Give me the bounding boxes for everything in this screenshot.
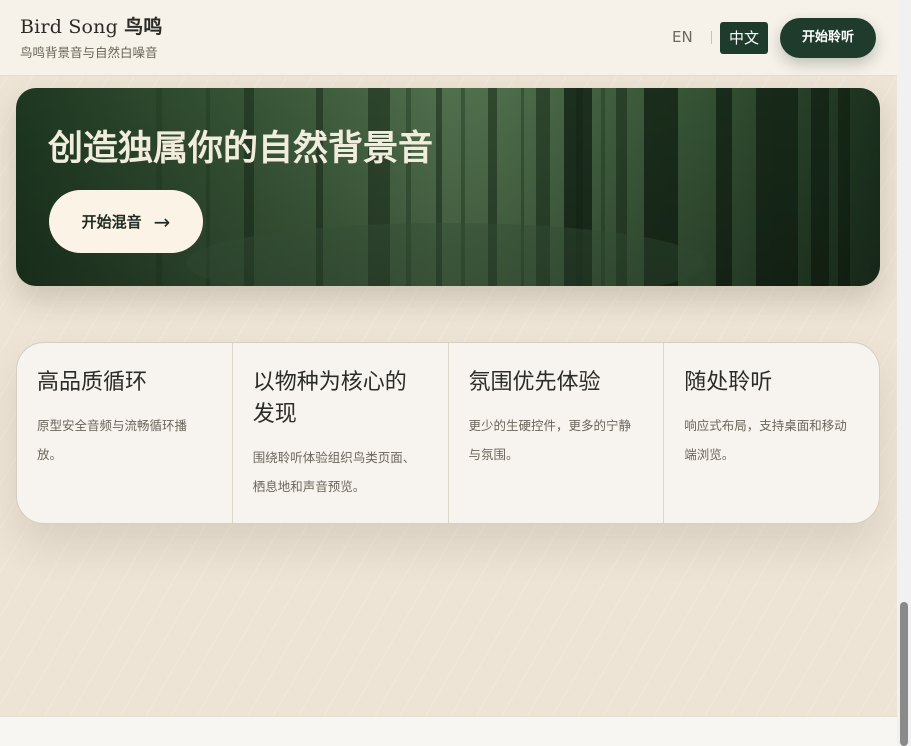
start-mixing-button[interactable]: 开始混音 → <box>49 190 203 253</box>
brand-title: Bird Song 鸟鸣 <box>20 12 163 39</box>
brand-name: Bird Song <box>20 16 118 38</box>
feature-card: 随处聆听 响应式布局，支持桌面和移动端浏览。 <box>664 343 879 523</box>
page: Bird Song 鸟鸣 鸟鸣背景音与自然白噪音 EN 中文 开始聆听 创造独属… <box>0 0 897 746</box>
site-header: Bird Song 鸟鸣 鸟鸣背景音与自然白噪音 EN 中文 开始聆听 <box>0 0 897 76</box>
features-panel: 高品质循环 原型安全音频与流畅循环播放。 以物种为核心的发现 围绕聆听体验组织鸟… <box>16 342 880 524</box>
feature-card: 氛围优先体验 更少的生硬控件，更多的宁静与氛围。 <box>449 343 665 523</box>
language-en-button[interactable]: EN <box>672 28 693 46</box>
forest-background-image <box>16 88 880 286</box>
feature-card: 高品质循环 原型安全音频与流畅循环播放。 <box>17 343 233 523</box>
hero-title: 创造独属你的自然背景音 <box>48 129 434 169</box>
feature-title: 随处聆听 <box>684 370 773 395</box>
brand[interactable]: Bird Song 鸟鸣 鸟鸣背景音与自然白噪音 <box>20 12 163 61</box>
brand-name-zh: 鸟鸣 <box>124 16 163 38</box>
start-listening-button[interactable]: 开始聆听 <box>780 18 876 58</box>
language-divider <box>711 31 712 44</box>
brand-subtitle: 鸟鸣背景音与自然白噪音 <box>20 45 158 60</box>
feature-title: 氛围优先体验 <box>468 370 601 395</box>
start-mixing-label: 开始混音 <box>81 213 142 231</box>
site-footer <box>0 716 897 746</box>
feature-description: 原型安全音频与流畅循环播放。 <box>37 418 188 462</box>
language-zh-button[interactable]: 中文 <box>720 22 768 54</box>
feature-card: 以物种为核心的发现 围绕聆听体验组织鸟类页面、栖息地和声音预览。 <box>233 343 449 523</box>
feature-description: 响应式布局，支持桌面和移动端浏览。 <box>684 418 847 462</box>
vertical-scrollbar[interactable] <box>897 0 911 746</box>
feature-title: 高品质循环 <box>37 370 148 395</box>
feature-description: 更少的生硬控件，更多的宁静与氛围。 <box>468 418 632 462</box>
hero-banner: 创造独属你的自然背景音 开始混音 → <box>16 88 880 286</box>
feature-description: 围绕聆听体验组织鸟类页面、栖息地和声音预览。 <box>252 450 416 494</box>
feature-title: 以物种为核心的发现 <box>252 370 407 427</box>
scrollbar-thumb[interactable] <box>900 602 908 746</box>
arrow-right-icon: → <box>153 209 171 234</box>
